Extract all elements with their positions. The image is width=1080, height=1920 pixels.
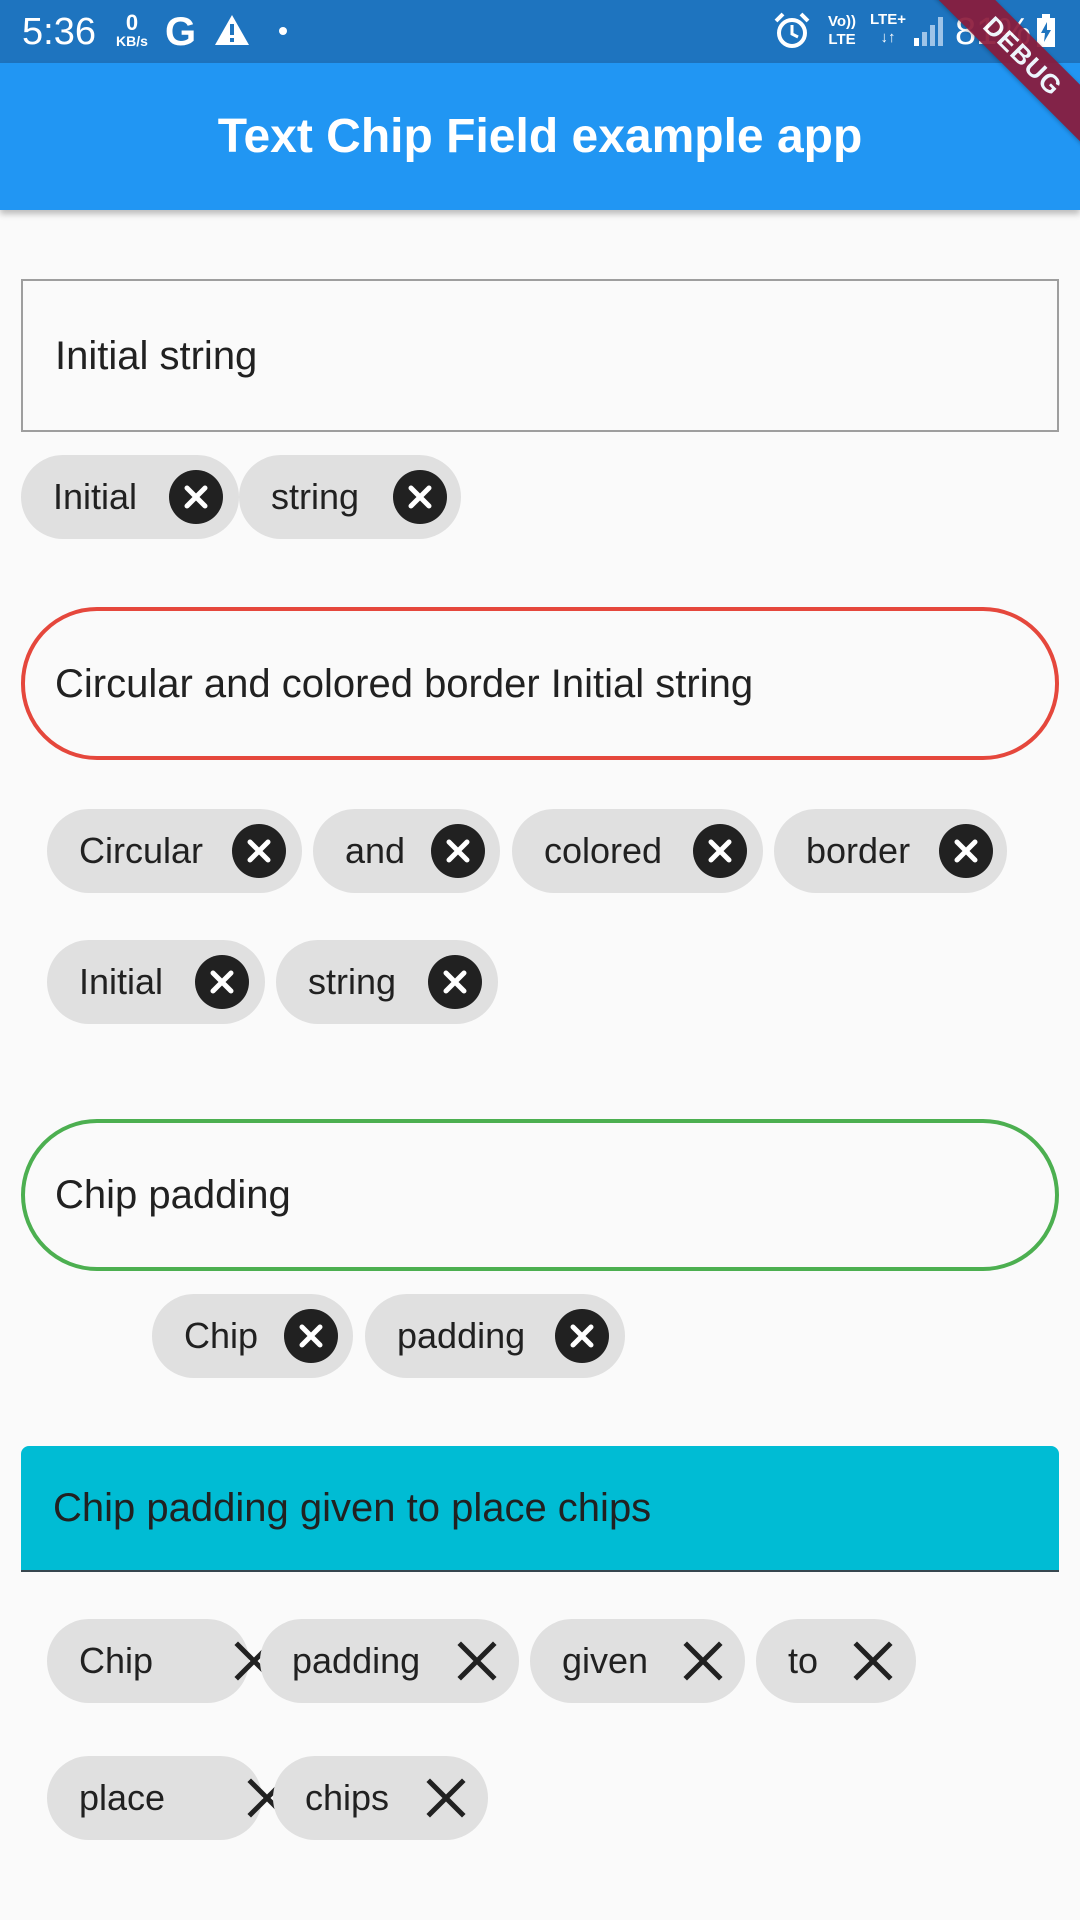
chip-label: padding (292, 1640, 421, 1681)
close-icon[interactable] (450, 1634, 504, 1688)
chip-label: colored (544, 830, 663, 871)
chip-label: Chip (79, 1640, 154, 1681)
volte-icon: Vo)) LTE (822, 13, 862, 49)
cancel-circle-icon[interactable] (284, 1309, 338, 1363)
chip-label: padding (397, 1315, 526, 1356)
chip[interactable]: padding (365, 1294, 625, 1378)
cancel-circle-icon[interactable] (693, 824, 747, 878)
volte-bottom: LTE (828, 31, 856, 48)
cancel-circle-icon[interactable] (232, 824, 286, 878)
text-chip-field-initial-string[interactable]: Initial string (21, 279, 1059, 432)
chip[interactable]: and (313, 809, 500, 893)
net-speed-value: 0 (125, 10, 139, 35)
app-bar: Text Chip Field example app (0, 63, 1080, 210)
lte-label: LTE+ (870, 11, 906, 28)
net-speed-indicator: 0 KB/s (112, 10, 152, 49)
chip[interactable]: string (276, 940, 498, 1024)
signal-icon (912, 14, 946, 53)
close-icon[interactable] (846, 1634, 900, 1688)
field-text: Initial string (55, 333, 258, 378)
chip-label: string (308, 961, 397, 1002)
chip-label: string (271, 476, 360, 517)
chip[interactable]: given (530, 1619, 745, 1703)
chip-label: Initial (53, 476, 138, 517)
chip-label: and (345, 830, 406, 871)
chip[interactable]: colored (512, 809, 763, 893)
chip-label: to (788, 1640, 819, 1681)
status-time: 5:36 (22, 11, 96, 53)
text-chip-field-chip-padding[interactable]: Chip padding (21, 1119, 1059, 1271)
cancel-circle-icon[interactable] (939, 824, 993, 878)
cancel-circle-icon[interactable] (169, 470, 223, 524)
chip-label: Initial (79, 961, 164, 1002)
text-chip-field-circular-colored-border[interactable]: Circular and colored border Initial stri… (21, 607, 1059, 760)
chip[interactable]: to (756, 1619, 916, 1703)
warning-icon (214, 14, 250, 51)
cancel-circle-icon[interactable] (431, 824, 485, 878)
chip-label: Circular (79, 830, 204, 871)
chip-label: border (806, 830, 911, 871)
field-text: Chip padding given to place chips (53, 1486, 652, 1530)
cancel-circle-icon[interactable] (428, 955, 482, 1009)
chip[interactable]: Initial (47, 940, 265, 1024)
chip[interactable]: Circular (47, 809, 302, 893)
chip[interactable]: Chip (152, 1294, 353, 1378)
chip[interactable]: string (239, 455, 461, 539)
alarm-icon (774, 12, 810, 55)
chip[interactable]: Chip (47, 1619, 274, 1703)
chip-label: given (562, 1640, 649, 1681)
chip-label: chips (305, 1777, 390, 1818)
chip[interactable]: place (47, 1756, 287, 1840)
field-text: Circular and colored border Initial stri… (55, 661, 754, 706)
chip[interactable]: border (774, 809, 1007, 893)
status-bar: 5:36 0 KB/s G Vo)) LTE LTE+ ↓↑ 81% (0, 0, 1080, 63)
text-chip-field-chip-padding-place[interactable]: Chip padding given to place chips (21, 1446, 1059, 1572)
notification-dot-icon (279, 27, 287, 35)
cancel-circle-icon[interactable] (555, 1309, 609, 1363)
net-speed-unit: KB/s (116, 33, 148, 49)
close-icon[interactable] (676, 1634, 730, 1688)
cancel-circle-icon[interactable] (393, 470, 447, 524)
chip-label: place (79, 1777, 166, 1818)
app-bar-title: Text Chip Field example app (217, 110, 863, 163)
chip[interactable]: chips (273, 1756, 488, 1840)
chip[interactable]: padding (260, 1619, 519, 1703)
lte-icon: LTE+ ↓↑ (866, 11, 910, 47)
chip-label: Chip (184, 1315, 259, 1356)
chip[interactable]: Initial (21, 455, 239, 539)
volte-top: Vo)) (827, 13, 857, 30)
close-icon[interactable] (419, 1771, 473, 1825)
data-arrows-icon: ↓↑ (880, 29, 896, 46)
google-icon: G (165, 10, 197, 54)
field-text: Chip padding (55, 1173, 291, 1217)
cancel-circle-icon[interactable] (195, 955, 249, 1009)
